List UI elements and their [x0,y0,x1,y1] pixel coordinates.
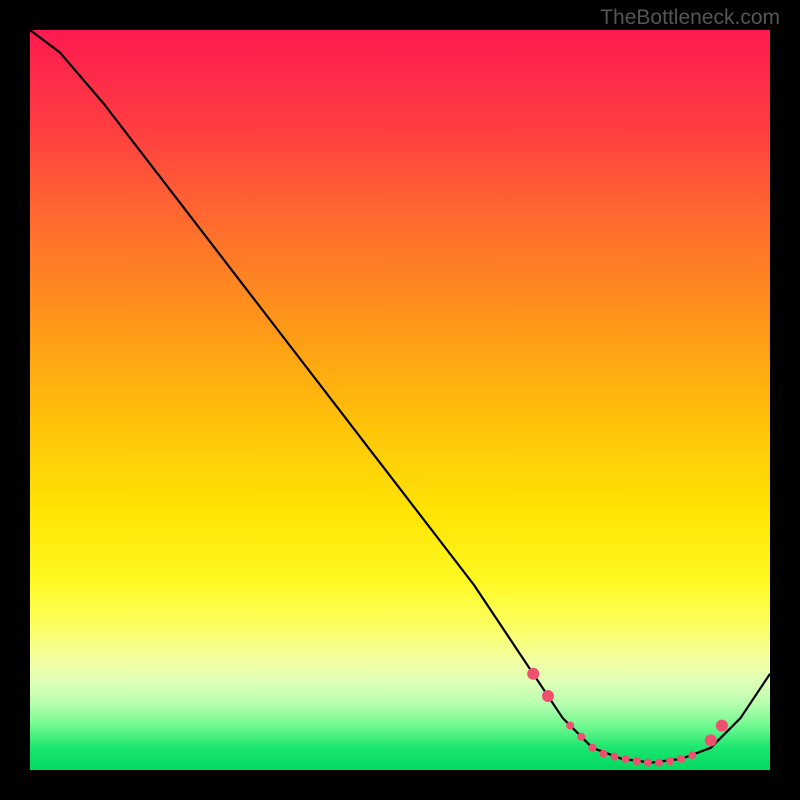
basin-marker [622,755,630,763]
basin-marker [716,720,728,732]
basin-marker [527,668,539,680]
curve-group [30,30,770,763]
basin-marker [588,744,596,752]
basin-marker [705,734,717,746]
chart-svg [30,30,770,770]
basin-marker [655,759,663,767]
basin-marker [611,753,619,761]
basin-marker [600,750,608,758]
plot-area [30,30,770,770]
basin-marker [577,733,585,741]
main-curve [30,30,770,763]
basin-marker [566,722,574,730]
basin-marker [688,751,696,759]
basin-marker [666,757,674,765]
watermark-text: TheBottleneck.com [600,6,780,30]
basin-marker [677,755,685,763]
basin-marker [542,690,554,702]
basin-marker [644,759,652,767]
basin-marker [633,757,641,765]
